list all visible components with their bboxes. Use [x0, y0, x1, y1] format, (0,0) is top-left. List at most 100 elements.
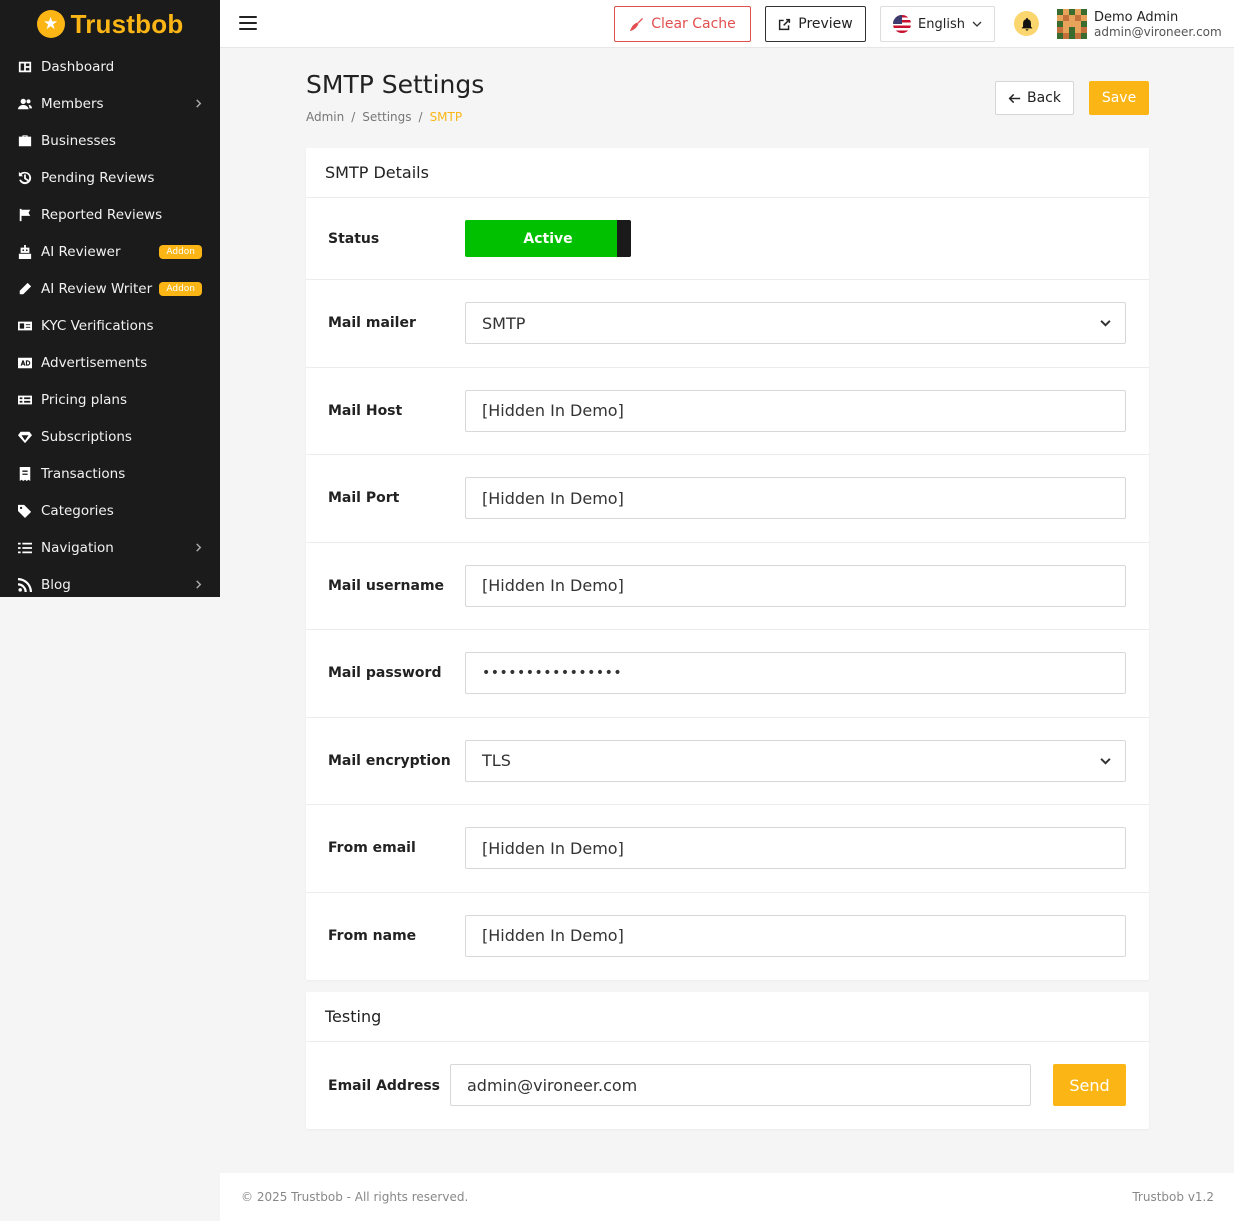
- briefcase-icon: [18, 134, 32, 148]
- sidebar-item-ai-review-writer[interactable]: AI Review Writer Addon: [0, 270, 220, 307]
- from-name-row: From name [Hidden In Demo]: [306, 893, 1149, 981]
- mail-password-input[interactable]: ••••••••••••••••: [465, 652, 1126, 694]
- sidebar-item-label: Navigation: [41, 539, 114, 556]
- brand-name: Trustbob: [70, 8, 184, 39]
- mail-port-row: Mail Port [Hidden In Demo]: [306, 455, 1149, 543]
- toggle-knob: [617, 220, 631, 257]
- send-button[interactable]: Send: [1053, 1064, 1126, 1106]
- status-toggle[interactable]: Active: [465, 220, 631, 257]
- breadcrumb-separator: /: [418, 110, 423, 124]
- mail-host-row: Mail Host [Hidden In Demo]: [306, 368, 1149, 455]
- mail-username-label: Mail username: [328, 577, 445, 594]
- back-label: Back: [1027, 90, 1061, 106]
- sidebar-item-label: AI Review Writer: [41, 280, 153, 297]
- smtp-details-title: SMTP Details: [306, 148, 1149, 198]
- chevron-right-icon: [194, 96, 203, 112]
- tags-icon: [18, 504, 32, 518]
- sidebar: ★ Trustbob Dashboard Members Businesses …: [0, 0, 220, 597]
- addon-badge: Addon: [159, 244, 202, 259]
- mail-host-input[interactable]: [Hidden In Demo]: [465, 389, 1126, 432]
- sidebar-item-label: Members: [41, 95, 104, 112]
- us-flag-icon: [893, 15, 912, 33]
- sidebar-item-members[interactable]: Members: [0, 85, 220, 122]
- user-name[interactable]: Demo Admin: [1094, 10, 1178, 25]
- test-email-row: Email Address admin@vironeer.com Send: [306, 1042, 1149, 1129]
- sidebar-item-reported-reviews[interactable]: Reported Reviews: [0, 196, 220, 233]
- mail-mailer-label: Mail mailer: [328, 315, 416, 332]
- sidebar-item-label: Advertisements: [41, 354, 148, 371]
- external-link-icon: [779, 18, 791, 30]
- breadcrumb-admin[interactable]: Admin: [306, 110, 344, 124]
- testing-title: Testing: [306, 992, 1149, 1042]
- mail-port-input[interactable]: [Hidden In Demo]: [465, 477, 1126, 519]
- mail-encryption-row: Mail encryption TLS: [306, 718, 1149, 805]
- smtp-details-card: SMTP Details Status Active Mail mailer S…: [306, 148, 1149, 980]
- chevron-down-icon: [1100, 320, 1111, 327]
- sidebar-item-label: Blog: [41, 576, 71, 593]
- sidebar-item-pending-reviews[interactable]: Pending Reviews: [0, 159, 220, 196]
- mail-mailer-select[interactable]: SMTP: [465, 302, 1126, 344]
- back-button[interactable]: Back: [995, 81, 1074, 115]
- sidebar-item-blog[interactable]: Blog: [0, 566, 220, 597]
- copyright-text: © 2025 Trustbob - All rights reserved.: [241, 1190, 469, 1204]
- chevron-down-icon: [972, 21, 982, 27]
- language-select[interactable]: English: [880, 6, 995, 42]
- sidebar-item-pricing-plans[interactable]: Pricing plans: [0, 381, 220, 418]
- sidebar-item-dashboard[interactable]: Dashboard: [0, 48, 220, 85]
- history-icon: [18, 171, 32, 185]
- dashboard-icon: [18, 60, 32, 74]
- users-icon: [18, 97, 32, 111]
- status-value: Active: [523, 230, 573, 247]
- chevron-down-icon: [1100, 757, 1111, 765]
- save-button[interactable]: Save: [1089, 81, 1149, 115]
- mail-username-input[interactable]: [Hidden In Demo]: [465, 564, 1126, 607]
- flag-icon: [18, 208, 32, 222]
- sidebar-item-businesses[interactable]: Businesses: [0, 122, 220, 159]
- broom-icon: [630, 17, 644, 31]
- sidebar-item-label: Businesses: [41, 132, 116, 149]
- test-email-input[interactable]: admin@vironeer.com: [450, 1064, 1031, 1106]
- chevron-right-icon: [194, 577, 203, 593]
- pricing-icon: [18, 393, 32, 407]
- gem-icon: [18, 430, 32, 444]
- sidebar-item-label: Transactions: [41, 465, 126, 482]
- list-icon: [18, 541, 32, 555]
- avatar[interactable]: [1057, 9, 1087, 39]
- sidebar-item-categories[interactable]: Categories: [0, 492, 220, 529]
- from-name-input[interactable]: [Hidden In Demo]: [465, 914, 1126, 957]
- clear-cache-button[interactable]: Clear Cache: [614, 6, 751, 42]
- sidebar-item-label: Categories: [41, 502, 114, 519]
- sidebar-item-subscriptions[interactable]: Subscriptions: [0, 418, 220, 455]
- from-email-input[interactable]: [Hidden In Demo]: [465, 827, 1126, 869]
- page-title: SMTP Settings: [306, 70, 485, 99]
- pen-icon: [18, 282, 32, 296]
- chevron-right-icon: [194, 540, 203, 556]
- sidebar-item-kyc-verifications[interactable]: KYC Verifications: [0, 307, 220, 344]
- status-row: Status Active: [306, 198, 1149, 280]
- addon-badge: Addon: [159, 281, 202, 296]
- menu-toggle-icon[interactable]: [239, 14, 257, 32]
- preview-button[interactable]: Preview: [765, 6, 866, 42]
- brand-logo[interactable]: ★ Trustbob: [0, 0, 220, 48]
- mail-encryption-select[interactable]: TLS: [465, 739, 1126, 782]
- sidebar-item-ai-reviewer[interactable]: AI Reviewer Addon: [0, 233, 220, 270]
- breadcrumb: Admin / Settings / SMTP: [306, 110, 462, 124]
- sidebar-item-label: Dashboard: [41, 58, 115, 75]
- mail-encryption-value: TLS: [482, 751, 511, 770]
- testing-card: Testing Email Address admin@vironeer.com…: [306, 992, 1149, 1129]
- sidebar-item-label: Subscriptions: [41, 428, 132, 445]
- robot-icon: [18, 244, 32, 259]
- sidebar-item-advertisements[interactable]: Advertisements: [0, 344, 220, 381]
- version-text: Trustbob v1.2: [1132, 1190, 1214, 1204]
- sidebar-item-transactions[interactable]: Transactions: [0, 455, 220, 492]
- mail-mailer-value: SMTP: [482, 313, 526, 333]
- mail-host-label: Mail Host: [328, 402, 403, 419]
- notifications-bell-icon[interactable]: [1014, 11, 1039, 36]
- sidebar-item-label: Pending Reviews: [41, 169, 155, 186]
- breadcrumb-separator: /: [351, 110, 356, 124]
- footer: © 2025 Trustbob - All rights reserved. T…: [220, 1173, 1234, 1221]
- breadcrumb-settings[interactable]: Settings: [362, 110, 411, 124]
- status-label: Status: [328, 230, 380, 247]
- sidebar-item-navigation[interactable]: Navigation: [0, 529, 220, 566]
- rss-icon: [18, 577, 32, 592]
